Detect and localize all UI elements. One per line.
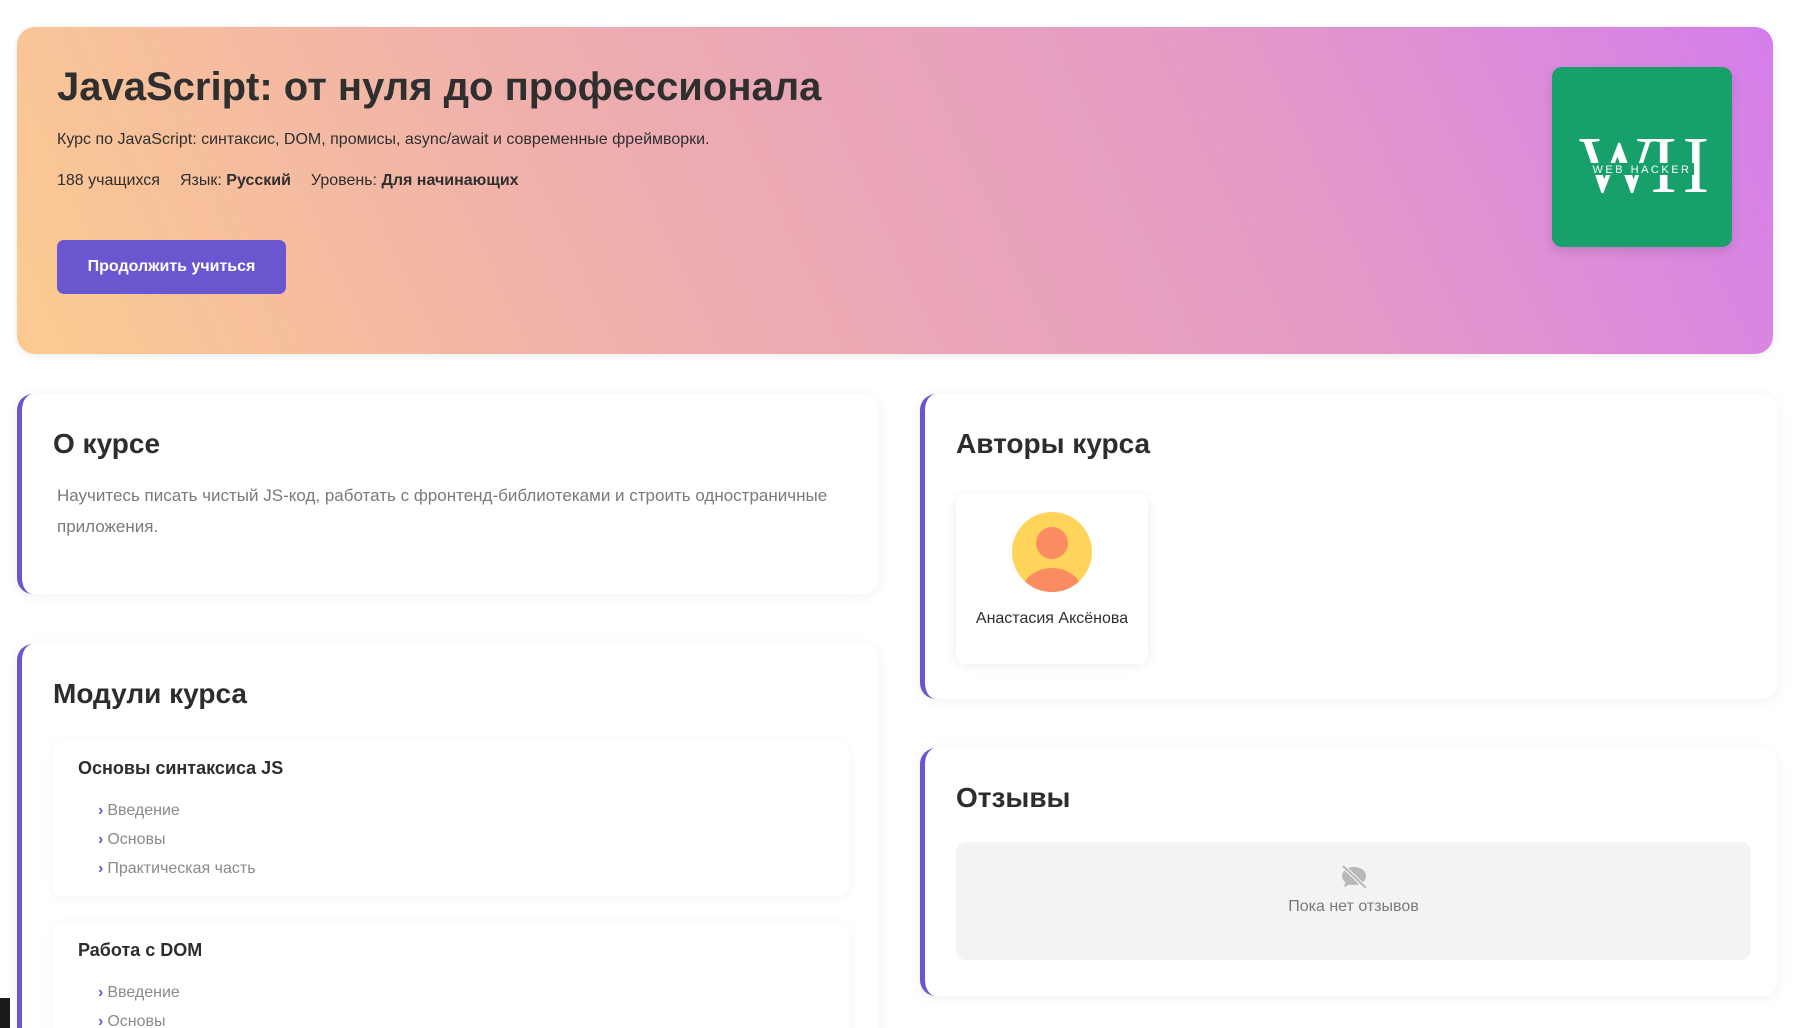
- chevron-right-icon: ›: [98, 1013, 104, 1028]
- module-item[interactable]: Работа с DOM › Введение › Основы: [53, 922, 849, 1028]
- author-name: Анастасия Аксёнова: [975, 610, 1129, 627]
- about-course-card: О курсе Научитесь писать чистый JS-код, …: [17, 394, 879, 594]
- course-hero: JavaScript: от нуля до профессионала Кур…: [17, 27, 1773, 354]
- course-description: Курс по JavaScript: синтаксис, DOM, пром…: [57, 131, 710, 148]
- reviews-empty-text: Пока нет отзывов: [1288, 898, 1419, 915]
- module-item[interactable]: Основы синтаксиса JS › Введение › Основы ›…: [53, 740, 849, 896]
- course-page: JavaScript: от нуля до профессионала Кур…: [0, 0, 1796, 1028]
- about-course-title: О курсе: [53, 428, 161, 459]
- course-language: Язык: Русский: [179, 172, 291, 189]
- students-count: 188 учащихся: [57, 172, 160, 189]
- corner-tab[interactable]: [0, 998, 10, 1028]
- author-card[interactable]: Анастасия Аксёнова: [956, 494, 1148, 664]
- course-modules-title: Модули курса: [53, 678, 247, 709]
- user-avatar-icon: [1012, 512, 1092, 592]
- lesson-list: › Введение › Основы: [98, 978, 180, 1028]
- course-logo: WH WEB HACKER: [1552, 67, 1732, 247]
- about-course-text: Научитесь писать чистый JS-код, работать…: [57, 486, 828, 536]
- web-hacker-logo-icon: WH WEB HACKER: [1579, 122, 1711, 210]
- chevron-right-icon: ›: [98, 984, 104, 1001]
- module-title: Основы синтаксиса JS: [78, 758, 284, 778]
- lesson-item[interactable]: › Основы: [98, 1007, 180, 1028]
- module-title: Работа с DOM: [78, 940, 203, 960]
- course-authors-title: Авторы курса: [956, 428, 1151, 459]
- lesson-list: › Введение › Основы › Практическая часть: [98, 796, 256, 883]
- chevron-right-icon: ›: [98, 860, 104, 877]
- lesson-item[interactable]: › Введение: [98, 978, 180, 1007]
- lesson-item[interactable]: › Введение: [98, 796, 256, 825]
- reviews-empty-state: Пока нет отзывов: [956, 842, 1751, 960]
- course-authors-card: Авторы курса Анастасия Аксёнова: [920, 394, 1778, 699]
- course-level: Уровень: Для начинающих: [310, 172, 519, 189]
- chevron-right-icon: ›: [98, 831, 104, 848]
- continue-learning-button[interactable]: Продолжить учиться: [57, 240, 286, 294]
- course-title: JavaScript: от нуля до профессионала: [57, 65, 822, 109]
- course-modules-card: Модули курса Основы синтаксиса JS › Введе…: [17, 644, 879, 1028]
- reviews-card: Отзывы Пока нет отзывов: [920, 748, 1778, 996]
- lesson-item[interactable]: › Основы: [98, 825, 256, 854]
- comment-slash-icon: [1341, 864, 1368, 890]
- chevron-right-icon: ›: [98, 802, 104, 819]
- svg-text:WEB HACKER: WEB HACKER: [1593, 164, 1692, 176]
- lesson-item[interactable]: › Практическая часть: [98, 854, 256, 883]
- course-meta: 188 учащихся Язык: Русский Уровень: Для …: [57, 172, 519, 190]
- reviews-title: Отзывы: [956, 782, 1071, 813]
